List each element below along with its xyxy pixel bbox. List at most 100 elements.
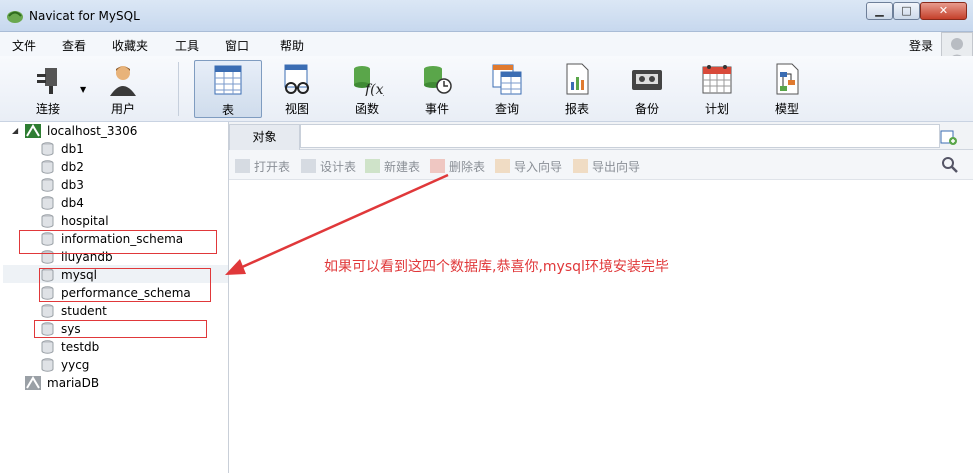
tree-connection-label: localhost_3306	[47, 124, 138, 138]
tab-area	[300, 124, 940, 148]
import-icon	[495, 159, 510, 173]
delete-table-label: 删除表	[449, 160, 486, 174]
chevron-down-icon[interactable]: ▼	[80, 85, 86, 94]
menu-tools[interactable]: 工具	[175, 37, 199, 54]
connect-label: 连接	[35, 102, 60, 116]
function-icon: f(x)	[354, 66, 384, 96]
minimize-button[interactable]: ▁	[866, 2, 893, 20]
connection-icon	[25, 376, 41, 390]
search-icon[interactable]	[941, 156, 959, 174]
export-icon	[573, 159, 588, 173]
tab-object[interactable]: 对象	[229, 124, 300, 150]
event-icon	[424, 66, 452, 94]
model-icon	[776, 63, 799, 95]
backup-label: 备份	[634, 102, 659, 116]
database-icon	[41, 196, 54, 210]
schedule-button[interactable]: 计划	[684, 60, 750, 118]
menu-bar: 文件 查看 收藏夹 工具 窗口 帮助 登录	[0, 32, 973, 56]
event-button[interactable]: 事件	[404, 60, 470, 118]
highlight-box-mysql-performance	[39, 268, 211, 302]
highlight-box-information-schema	[19, 230, 217, 254]
login-link[interactable]: 登录	[909, 37, 933, 54]
expand-triangle-icon[interactable]: ◢	[12, 126, 18, 135]
table-icon	[214, 65, 242, 95]
backup-button[interactable]: 备份	[614, 60, 680, 118]
database-icon	[41, 340, 54, 354]
query-icon	[492, 64, 522, 95]
tab-strip: 对象	[229, 122, 973, 150]
view-icon	[284, 64, 309, 94]
tree-database-label: hospital	[61, 214, 109, 228]
report-label: 报表	[564, 102, 589, 116]
tree-database-label: db3	[61, 178, 84, 192]
tree-connection-label: mariaDB	[47, 376, 100, 390]
query-button[interactable]: 查询	[474, 60, 540, 118]
report-button[interactable]: 报表	[544, 60, 610, 118]
tree-database-label: db4	[61, 196, 84, 210]
report-icon	[566, 63, 589, 95]
plug-icon	[37, 68, 57, 94]
tree-database-label: db1	[61, 142, 84, 156]
model-button[interactable]: 模型	[754, 60, 820, 118]
event-label: 事件	[424, 102, 449, 116]
object-toolbar: 打开表 设计表 新建表 删除表 导入向导 导出向导	[229, 150, 973, 180]
delete-table-button[interactable]: 删除表	[430, 158, 485, 175]
object-list-area[interactable]	[229, 180, 973, 473]
menu-help[interactable]: 帮助	[280, 37, 304, 54]
design-table-icon	[301, 159, 316, 173]
database-icon	[41, 178, 54, 192]
table-label: 表	[221, 103, 234, 117]
delete-table-icon	[430, 159, 445, 173]
close-button[interactable]: ✕	[920, 2, 967, 20]
new-tab-icon[interactable]	[940, 128, 958, 146]
toolbar-separator	[178, 62, 179, 116]
query-label: 查询	[494, 102, 519, 116]
database-icon	[41, 142, 54, 156]
tree-database-label: yycg	[61, 358, 90, 372]
table-button[interactable]: 表	[194, 60, 262, 118]
view-button[interactable]: 视图	[264, 60, 330, 118]
view-label: 视图	[284, 102, 309, 116]
user-label: 用户	[110, 102, 135, 116]
model-label: 模型	[774, 102, 799, 116]
new-table-label: 新建表	[384, 160, 421, 174]
annotation-text: 如果可以看到这四个数据库,恭喜你,mysql环境安装完毕	[324, 259, 669, 275]
function-label: 函数	[354, 102, 379, 116]
connect-button[interactable]: 连接	[15, 60, 81, 118]
export-wizard-button[interactable]: 导出向导	[573, 158, 640, 175]
user-icon	[110, 66, 136, 96]
tree-database-label: student	[61, 304, 107, 318]
maximize-button[interactable]: □	[893, 2, 920, 20]
menu-file[interactable]: 文件	[12, 37, 36, 54]
menu-view[interactable]: 查看	[62, 37, 86, 54]
design-table-label: 设计表	[320, 160, 357, 174]
svg-text:f(x): f(x)	[364, 82, 384, 96]
menu-favorites[interactable]: 收藏夹	[112, 37, 148, 54]
export-wizard-label: 导出向导	[592, 160, 641, 174]
highlight-box-sys	[34, 320, 207, 338]
connection-icon	[25, 124, 41, 138]
database-icon	[41, 214, 54, 228]
database-icon	[41, 160, 54, 174]
new-table-icon	[365, 159, 380, 173]
new-table-button[interactable]: 新建表	[365, 158, 420, 175]
import-wizard-button[interactable]: 导入向导	[495, 158, 562, 175]
database-icon	[41, 358, 54, 372]
design-table-button[interactable]: 设计表	[301, 158, 356, 175]
main-toolbar: 连接 ▼ 用户 表 视图 f(x) 函数 事件	[0, 56, 973, 122]
menu-window[interactable]: 窗口	[225, 37, 249, 54]
schedule-label: 计划	[704, 102, 729, 116]
database-icon	[41, 304, 54, 318]
schedule-icon	[702, 65, 732, 94]
open-table-icon	[235, 159, 250, 173]
open-table-label: 打开表	[254, 160, 291, 174]
backup-icon	[632, 70, 662, 90]
navicat-logo-icon	[7, 11, 23, 23]
user-button[interactable]: 用户	[90, 60, 156, 118]
function-button[interactable]: f(x) 函数	[334, 60, 400, 118]
import-wizard-label: 导入向导	[514, 160, 563, 174]
tree-database-label: db2	[61, 160, 84, 174]
open-table-button[interactable]: 打开表	[235, 158, 290, 175]
window-title: Navicat for MySQL	[29, 9, 140, 23]
title-bar: Navicat for MySQL ▁ □ ✕	[0, 0, 973, 32]
